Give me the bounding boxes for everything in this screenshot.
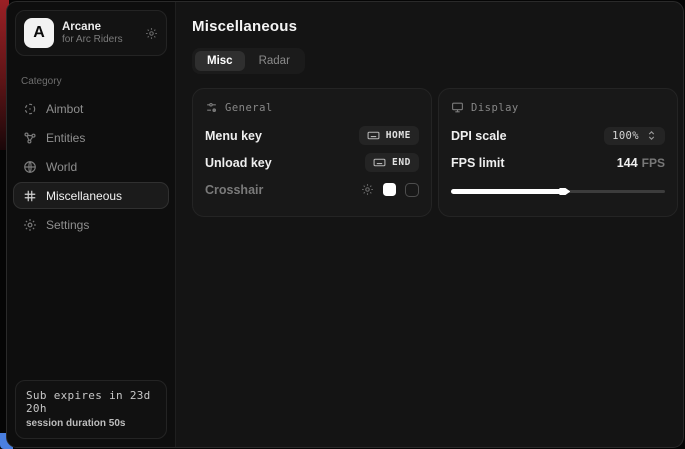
sub-expiry-text: Sub expires in 23d 20h [26,389,156,415]
display-panel: Display DPI scale 100% FPS limit 144 FPS [438,88,678,217]
chevrons-up-down-icon [646,130,657,141]
general-panel-title: General [225,102,273,114]
session-duration-text: session duration 50s [26,418,156,429]
crosshair-color-swatch[interactable] [383,183,396,196]
menu-key-row: Menu key HOME [205,122,419,149]
general-panel-header: General [205,101,419,114]
entities-icon [23,131,37,145]
tab-radar[interactable]: Radar [247,51,302,71]
crosshair-controls [361,183,419,197]
monitor-icon [451,101,464,114]
unload-key-bind-button[interactable]: END [365,153,419,172]
menu-key-value: HOME [386,130,411,141]
gear-icon [23,218,37,232]
app-window: A Arcane for Arc Riders Category Aimbot … [6,1,684,448]
sidebar: A Arcane for Arc Riders Category Aimbot … [7,2,176,447]
sidebar-item-label: World [46,160,77,174]
fps-limit-row: FPS limit 144 FPS [451,149,665,176]
crosshair-label: Crosshair [205,183,263,197]
brand-card: A Arcane for Arc Riders [15,10,167,56]
general-panel: General Menu key HOME Unload key END [192,88,432,217]
display-panel-title: Display [471,102,519,114]
dpi-scale-row: DPI scale 100% [451,122,665,149]
brand-gear-icon[interactable] [145,27,158,40]
sidebar-item-entities[interactable]: Entities [13,124,169,151]
display-panel-header: Display [451,101,665,114]
grid-icon [23,189,37,203]
sidebar-item-settings[interactable]: Settings [13,211,169,238]
globe-icon [23,160,37,174]
fps-limit-label: FPS limit [451,156,504,170]
dpi-scale-value: 100% [612,130,639,142]
sliders-icon [205,101,218,114]
unload-key-label: Unload key [205,156,272,170]
menu-key-label: Menu key [205,129,262,143]
scan-icon [23,102,37,116]
fps-unit: FPS [642,156,665,170]
sidebar-item-aimbot[interactable]: Aimbot [13,95,169,122]
sidebar-item-label: Miscellaneous [46,189,122,203]
brand-title: Arcane [62,21,123,33]
subscription-status-box: Sub expires in 23d 20h session duration … [15,380,167,439]
sidebar-item-world[interactable]: World [13,153,169,180]
unload-key-value: END [392,157,411,168]
main-content: Miscellaneous Misc Radar General Menu ke… [176,2,684,447]
brand-logo: A [24,18,54,48]
sidebar-item-miscellaneous[interactable]: Miscellaneous [13,182,169,209]
slider-fill [451,189,564,194]
tab-misc[interactable]: Misc [195,51,245,71]
crosshair-row: Crosshair [205,176,419,203]
menu-key-bind-button[interactable]: HOME [359,126,419,145]
keyboard-icon [373,156,386,169]
crosshair-settings-icon[interactable] [361,183,374,196]
crosshair-checkbox[interactable] [405,183,419,197]
fps-number: 144 [617,156,638,170]
keyboard-icon [367,129,380,142]
dpi-scale-label: DPI scale [451,129,507,143]
brand-text: Arcane for Arc Riders [62,21,123,45]
unload-key-row: Unload key END [205,149,419,176]
sidebar-item-label: Aimbot [46,102,83,116]
sidebar-item-label: Settings [46,218,89,232]
page-title: Miscellaneous [192,18,678,35]
fps-limit-slider[interactable] [451,185,665,197]
slider-thumb[interactable] [559,186,570,197]
tab-bar: Misc Radar [192,48,305,74]
sidebar-nav: Aimbot Entities World Miscellaneous Sett… [7,95,175,238]
panels-row: General Menu key HOME Unload key END [192,88,678,217]
sidebar-item-label: Entities [46,131,85,145]
brand-subtitle: for Arc Riders [62,34,123,45]
dpi-scale-select[interactable]: 100% [604,127,665,145]
category-label: Category [21,76,161,87]
fps-limit-value: 144 FPS [617,156,665,170]
